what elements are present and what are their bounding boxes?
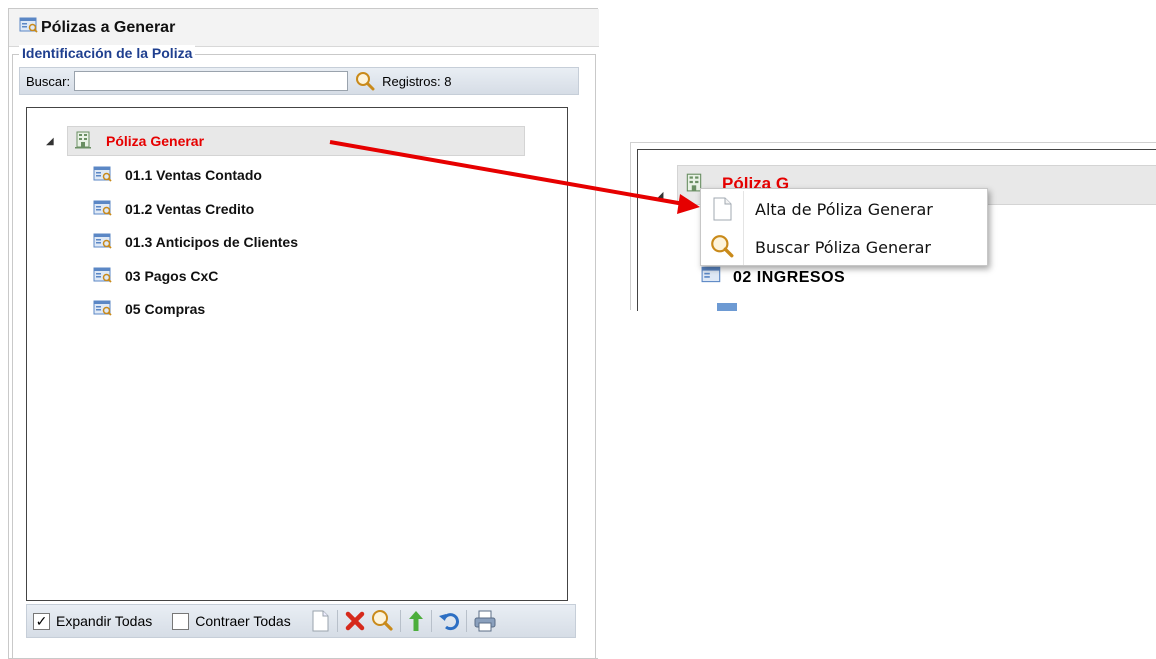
- annotation-arrow: [329, 140, 700, 214]
